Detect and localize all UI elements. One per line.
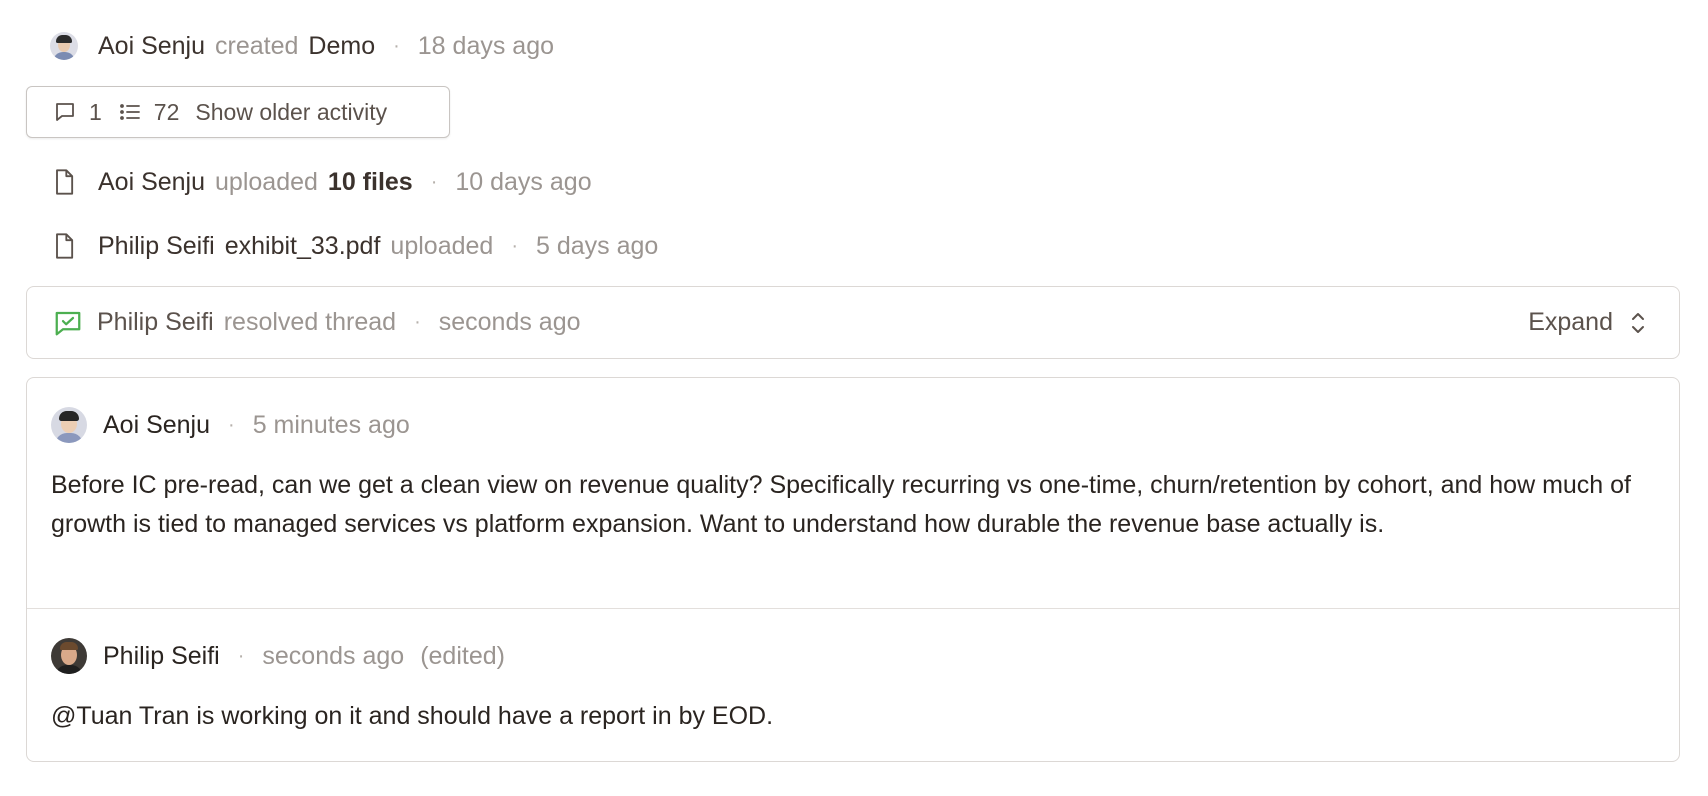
expand-label: Expand [1528,308,1613,336]
comment-count: 1 [89,98,102,125]
list-icon [119,104,140,120]
resolved-action: resolved thread [223,308,397,336]
activity-item-created: Aoi Senju created Demo · 18 days ago [50,30,554,62]
comment-author[interactable]: Philip Seifi [103,642,220,671]
edited-label: (edited) [420,641,505,670]
activity-user[interactable]: Aoi Senju [98,168,205,197]
resolved-check-icon [55,311,81,335]
activity-action: uploaded [215,167,318,196]
activity-action: created [215,31,299,60]
activity-object[interactable]: 10 files [328,168,413,197]
activity-time: 10 days ago [455,167,592,196]
comment-body: Before IC pre-read, can we get a clean v… [51,471,1631,538]
comment: Aoi Senju · 5 minutes ago Before IC pre-… [27,378,1679,608]
show-older-label: Show older activity [195,98,388,125]
comment-time: seconds ago [262,641,405,670]
resolved-time: seconds ago [438,308,581,336]
file-icon [56,233,74,259]
comment-author[interactable]: Aoi Senju [103,411,210,440]
comment-thread: Aoi Senju · 5 minutes ago Before IC pre-… [26,377,1680,762]
avatar [50,32,78,60]
activity-count: 72 [153,98,180,125]
comment-icon [56,103,74,121]
user-mention[interactable]: @Tuan Tran [51,702,189,730]
activity-user[interactable]: Philip Seifi [98,232,215,261]
separator-dot: · [237,644,245,667]
comment-header: Aoi Senju · 5 minutes ago [51,406,410,444]
separator-dot: · [511,234,518,257]
resolved-thread-bar[interactable]: Philip Seifi resolved thread · seconds a… [26,286,1680,359]
activity-time: 5 days ago [535,231,659,260]
chevron-up-down-icon [1632,312,1644,333]
activity-feed: Aoi Senju created Demo · 18 days ago 1 7… [0,0,1708,796]
activity-time: 18 days ago [417,31,554,60]
separator-dot: · [228,413,235,436]
avatar [51,638,87,674]
separator-dot: · [414,311,421,333]
activity-object[interactable]: exhibit_33.pdf [225,232,381,261]
comment-header: Philip Seifi · seconds ago (edited) [51,637,505,675]
activity-action: uploaded [390,231,494,260]
comment-body: @Tuan Tran is working on it and should h… [51,697,1639,736]
separator-dot: · [393,34,400,57]
activity-item-uploaded-exhibit: Philip Seifi exhibit_33.pdf uploaded · 5… [50,230,658,262]
activity-item-uploaded-files: Aoi Senju uploaded 10 files · 10 days ag… [50,166,592,198]
resolved-user[interactable]: Philip Seifi [97,308,214,337]
avatar [51,407,87,443]
activity-object[interactable]: Demo [308,32,375,61]
comment-text: is working on it and should have a repor… [189,702,774,730]
separator-dot: · [430,170,438,193]
file-icon [56,169,74,195]
activity-user[interactable]: Aoi Senju [98,32,205,61]
expand-button[interactable]: Expand [1528,287,1649,358]
comment: Philip Seifi · seconds ago (edited) @Tua… [27,609,1679,759]
show-older-activity-button[interactable]: 1 72 Show older activity [26,86,450,138]
comment-time: 5 minutes ago [252,410,410,439]
